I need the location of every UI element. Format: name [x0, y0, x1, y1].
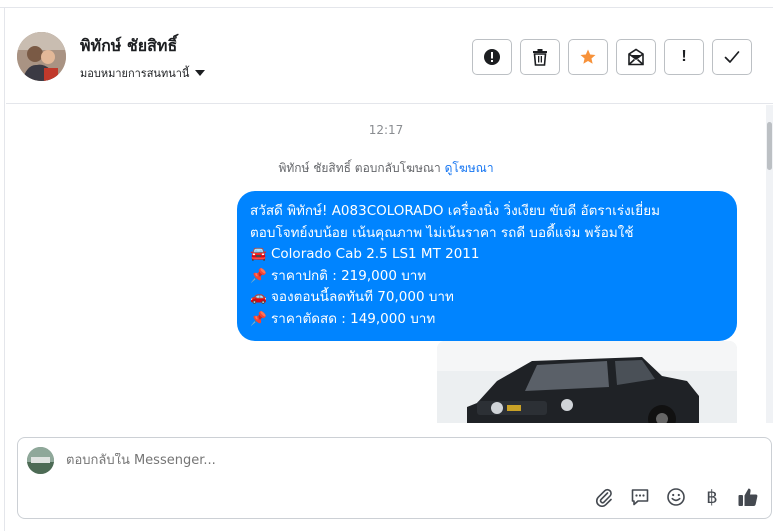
car-emoji-icon: 🚘 [250, 246, 267, 263]
contact-avatar[interactable] [17, 32, 66, 81]
mark-done-button[interactable] [712, 39, 752, 75]
star-button[interactable] [568, 39, 608, 75]
baht-symbol: ฿ [706, 486, 718, 508]
page-avatar [27, 447, 54, 474]
follow-up-button[interactable]: ! [664, 39, 704, 75]
spam-button[interactable] [472, 39, 512, 75]
baht-icon[interactable]: ฿ [701, 486, 723, 508]
envelope-icon [628, 48, 644, 66]
message-line: สวัสดี พิทักษ์! A083COLORADO เครื่องนิ่ง… [250, 201, 725, 223]
pushpin-emoji-icon: 📌 [250, 267, 267, 284]
ad-reply-note: พิทักษ์ ชัยสิทธิ์ ตอบกลับโฆษณา ดูโฆษณา [6, 159, 766, 178]
message-text: Colorado Cab 2.5 LS1 MT 2011 [271, 246, 480, 263]
outgoing-message-bubble[interactable]: สวัสดี พิทักษ์! A083COLORADO เครื่องนิ่ง… [237, 191, 737, 341]
message-timestamp: 12:17 [368, 123, 404, 137]
caret-down-icon [195, 70, 206, 76]
ad-reply-text: พิทักษ์ ชัยสิทธิ์ ตอบกลับโฆษณา [278, 161, 441, 175]
reply-composer: ฿ [17, 437, 772, 519]
header-actions: ! [472, 39, 752, 75]
top-border [0, 0, 773, 8]
message-line: 🚗 จองตอนนี้ลดทันที 70,000 บาท [250, 287, 725, 309]
alert-circle-icon [484, 49, 500, 65]
contact-name[interactable]: พิทักษ์ ชัยสิทธิ์ [80, 34, 177, 59]
composer-tools: ฿ [593, 486, 759, 508]
thumbs-up-icon[interactable] [737, 486, 759, 508]
car-emoji-icon: 🚗 [250, 289, 267, 306]
message-line: ตอบโจทย์งบน้อย เน้นคุณภาพ ไม่เน้นราคา รถ… [250, 223, 725, 245]
delete-button[interactable] [520, 39, 560, 75]
message-line: 🚘 Colorado Cab 2.5 LS1 MT 2011 [250, 244, 725, 266]
star-icon [580, 49, 596, 64]
message-line: 📌 ราคาตัดสด : 149,000 บาท [250, 309, 725, 331]
car-photo-attachment[interactable] [437, 341, 737, 423]
exclamation-icon: ! [681, 48, 687, 65]
inbox-conversation: พิทักษ์ ชัยสิทธิ์ มอบหมายการสนทนานี้ ! 1… [0, 0, 773, 531]
mark-unread-button[interactable] [616, 39, 656, 75]
message-text: ตอบโจทย์งบน้อย เน้นคุณภาพ ไม่เน้นราคา รถ… [250, 224, 634, 241]
scrollbar-thumb[interactable] [767, 122, 772, 170]
message-text: จองตอนนี้ลดทันที 70,000 บาท [271, 289, 454, 306]
message-text: สวัสดี พิทักษ์! A083COLORADO เครื่องนิ่ง… [250, 203, 661, 219]
view-ad-link[interactable]: ดูโฆษณา [445, 161, 494, 175]
trash-icon [533, 49, 547, 66]
conversation-header: พิทักษ์ ชัยสิทธิ์ มอบหมายการสนทนานี้ ! [6, 9, 773, 104]
smiley-icon[interactable] [665, 486, 687, 508]
check-icon [724, 51, 740, 63]
assign-conversation-dropdown[interactable]: มอบหมายการสนทนานี้ [80, 64, 206, 82]
message-line: 📌 ราคาปกติ : 219,000 บาท [250, 266, 725, 288]
left-border [0, 8, 5, 531]
comment-icon[interactable] [629, 486, 651, 508]
pushpin-emoji-icon: 📌 [250, 310, 267, 327]
paperclip-icon[interactable] [593, 486, 615, 508]
message-thread[interactable]: 12:17 พิทักษ์ ชัยสิทธิ์ ตอบกลับโฆษณา ดูโ… [6, 105, 766, 423]
message-text: ราคาปกติ : 219,000 บาท [271, 267, 427, 284]
message-text: ราคาตัดสด : 149,000 บาท [271, 310, 436, 327]
assign-label: มอบหมายการสนทนานี้ [80, 67, 190, 80]
reply-input[interactable] [66, 453, 666, 468]
